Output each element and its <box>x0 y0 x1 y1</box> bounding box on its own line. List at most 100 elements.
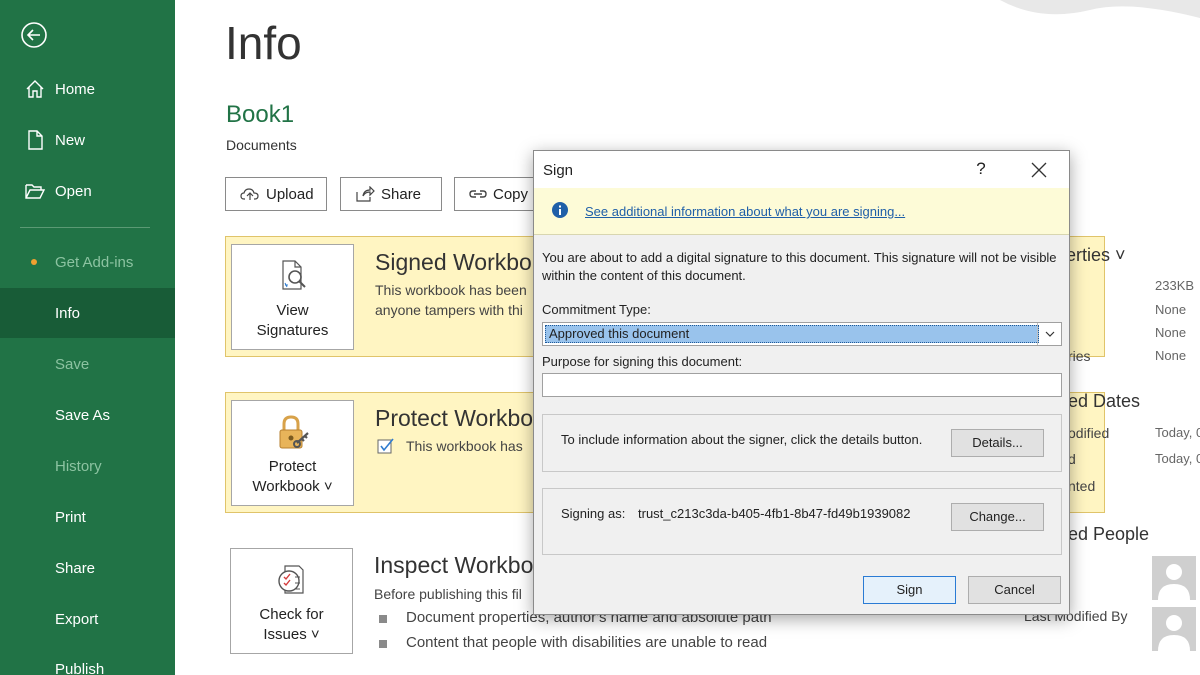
inspect-workbook-text: Before publishing this fil <box>374 586 522 602</box>
workbook-location: Documents <box>226 137 297 153</box>
related-people-heading: ed People <box>1068 524 1150 544</box>
property-label: nted <box>1068 478 1096 494</box>
sidebar-item-label: Home <box>55 80 96 98</box>
inspect-workbook-heading: Inspect Workbo <box>374 552 534 578</box>
commitment-type-label: Commitment Type: <box>542 302 651 317</box>
sidebar-item-label: Publish <box>55 660 105 675</box>
tile-label: Workbook ˅ <box>252 478 333 495</box>
sidebar-item-label: Print <box>55 508 86 526</box>
sidebar-item-label: Save As <box>55 406 111 424</box>
property-value-size: 233KB <box>1155 278 1195 293</box>
sidebar-item-label: Save <box>55 355 90 373</box>
new-document-icon <box>28 130 43 150</box>
property-value: None <box>1155 348 1187 363</box>
back-arrow-icon[interactable] <box>20 21 48 49</box>
share-icon <box>356 186 375 202</box>
signature-magnifier-icon <box>281 260 306 290</box>
commitment-type-select[interactable]: Approved this document <box>542 322 1062 346</box>
properties-heading[interactable]: erties ˅ <box>1066 245 1126 266</box>
signing-as-label: Signing as: <box>561 506 626 521</box>
close-icon[interactable] <box>1029 160 1049 180</box>
tile-label: Check for <box>259 606 324 623</box>
signed-workbook-text: anyone tampers with thi <box>375 302 523 318</box>
signer-details-group: To include information about the signer,… <box>542 414 1062 472</box>
view-signatures-button[interactable]: View Signatures <box>231 244 354 350</box>
share-button[interactable]: Share <box>340 177 442 211</box>
sidebar-item-label: Info <box>55 304 81 322</box>
sidebar-item-label: Open <box>55 182 92 200</box>
sidebar-item-export[interactable]: Export <box>0 594 175 644</box>
tile-label: Issues ˅ <box>263 626 320 643</box>
share-button-label: Share <box>381 185 422 203</box>
dialog-title: Sign <box>543 162 574 179</box>
sidebar-item-publish[interactable]: Publish <box>0 644 175 675</box>
change-button[interactable]: Change... <box>951 503 1044 531</box>
home-icon <box>26 80 44 98</box>
sidebar-item-label: History <box>55 457 102 475</box>
tile-label: Signatures <box>256 322 329 339</box>
dot-icon <box>31 259 37 265</box>
person-icon <box>1158 615 1190 651</box>
protect-workbook-heading: Protect Workbo <box>375 405 534 431</box>
page-title: Info <box>225 17 302 69</box>
property-label: ries <box>1068 348 1091 364</box>
sign-dialog: Sign ? See additional information about … <box>533 150 1070 615</box>
avatar <box>1152 556 1196 600</box>
info-bar: See additional information about what yo… <box>534 188 1069 235</box>
signed-workbook-text: This workbook has been <box>375 282 527 298</box>
person-icon <box>1158 564 1190 600</box>
additional-info-link[interactable]: See additional information about what yo… <box>585 204 905 219</box>
signing-as-value: trust_c213c3da-b405-4fb1-8b47-fd49b19390… <box>638 506 911 521</box>
purpose-label: Purpose for signing this document: <box>542 354 743 369</box>
bullet-text: Content that people with disabilities ar… <box>406 634 768 651</box>
dropdown-button[interactable] <box>1037 323 1061 345</box>
sidebar-divider <box>20 227 150 228</box>
sidebar-item-label: Get Add-ins <box>55 253 134 271</box>
tile-label: View <box>276 302 309 319</box>
sidebar-item-label: Export <box>55 610 99 628</box>
protect-workbook-button[interactable]: Protect Workbook ˅ <box>231 400 354 506</box>
tile-label: Protect <box>268 458 317 475</box>
dialog-description: You are about to add a digital signature… <box>542 250 1057 283</box>
sidebar-item-open[interactable]: Open <box>0 166 175 216</box>
details-instruction-text: To include information about the signer,… <box>561 432 923 447</box>
inspect-document-icon <box>277 565 304 594</box>
property-value: None <box>1155 302 1187 317</box>
signing-as-group: Signing as: trust_c213c3da-b405-4fb1-8b4… <box>542 488 1062 555</box>
avatar <box>1152 607 1196 651</box>
property-value: Today, 0 <box>1155 451 1200 466</box>
sidebar-item-home[interactable]: Home <box>0 64 175 114</box>
property-value: None <box>1155 325 1187 340</box>
property-label: odified <box>1068 425 1110 441</box>
sidebar-item-label: New <box>55 131 86 149</box>
sidebar-item-new[interactable]: New <box>0 115 175 165</box>
sidebar-item-get-add-ins[interactable]: Get Add-ins <box>0 237 175 287</box>
sidebar-item-history[interactable]: History <box>0 441 175 491</box>
upload-button-label: Upload <box>266 185 314 203</box>
lock-key-icon <box>279 415 309 449</box>
workbook-title: Book1 <box>226 101 295 128</box>
cancel-button[interactable]: Cancel <box>968 576 1061 604</box>
background-decoration-icon <box>1000 0 1200 18</box>
sign-button[interactable]: Sign <box>863 576 956 604</box>
dialog-title-bar[interactable]: Sign ? <box>534 151 1069 188</box>
sidebar-item-print[interactable]: Print <box>0 492 175 542</box>
purpose-input[interactable] <box>542 373 1062 397</box>
upload-cloud-icon <box>240 188 259 200</box>
checkbox-document-icon <box>377 438 394 454</box>
upload-button[interactable]: Upload <box>225 177 327 211</box>
sidebar-item-save[interactable]: Save <box>0 339 175 389</box>
sidebar-item-share[interactable]: Share <box>0 543 175 593</box>
info-icon <box>552 202 568 218</box>
check-for-issues-button[interactable]: Check for Issues ˅ <box>230 548 353 654</box>
property-value: Today, 0 <box>1155 425 1200 440</box>
chevron-down-icon <box>1045 331 1055 337</box>
backstage-sidebar: Home New Open Get Add-ins Info Save Save… <box>0 0 175 675</box>
sidebar-item-info[interactable]: Info <box>0 288 175 338</box>
protect-workbook-text: This workbook has <box>406 438 523 454</box>
details-button[interactable]: Details... <box>951 429 1044 457</box>
link-icon <box>469 190 487 198</box>
folder-open-icon <box>25 184 46 199</box>
sidebar-item-save-as[interactable]: Save As <box>0 390 175 440</box>
help-button[interactable]: ? <box>971 159 991 179</box>
